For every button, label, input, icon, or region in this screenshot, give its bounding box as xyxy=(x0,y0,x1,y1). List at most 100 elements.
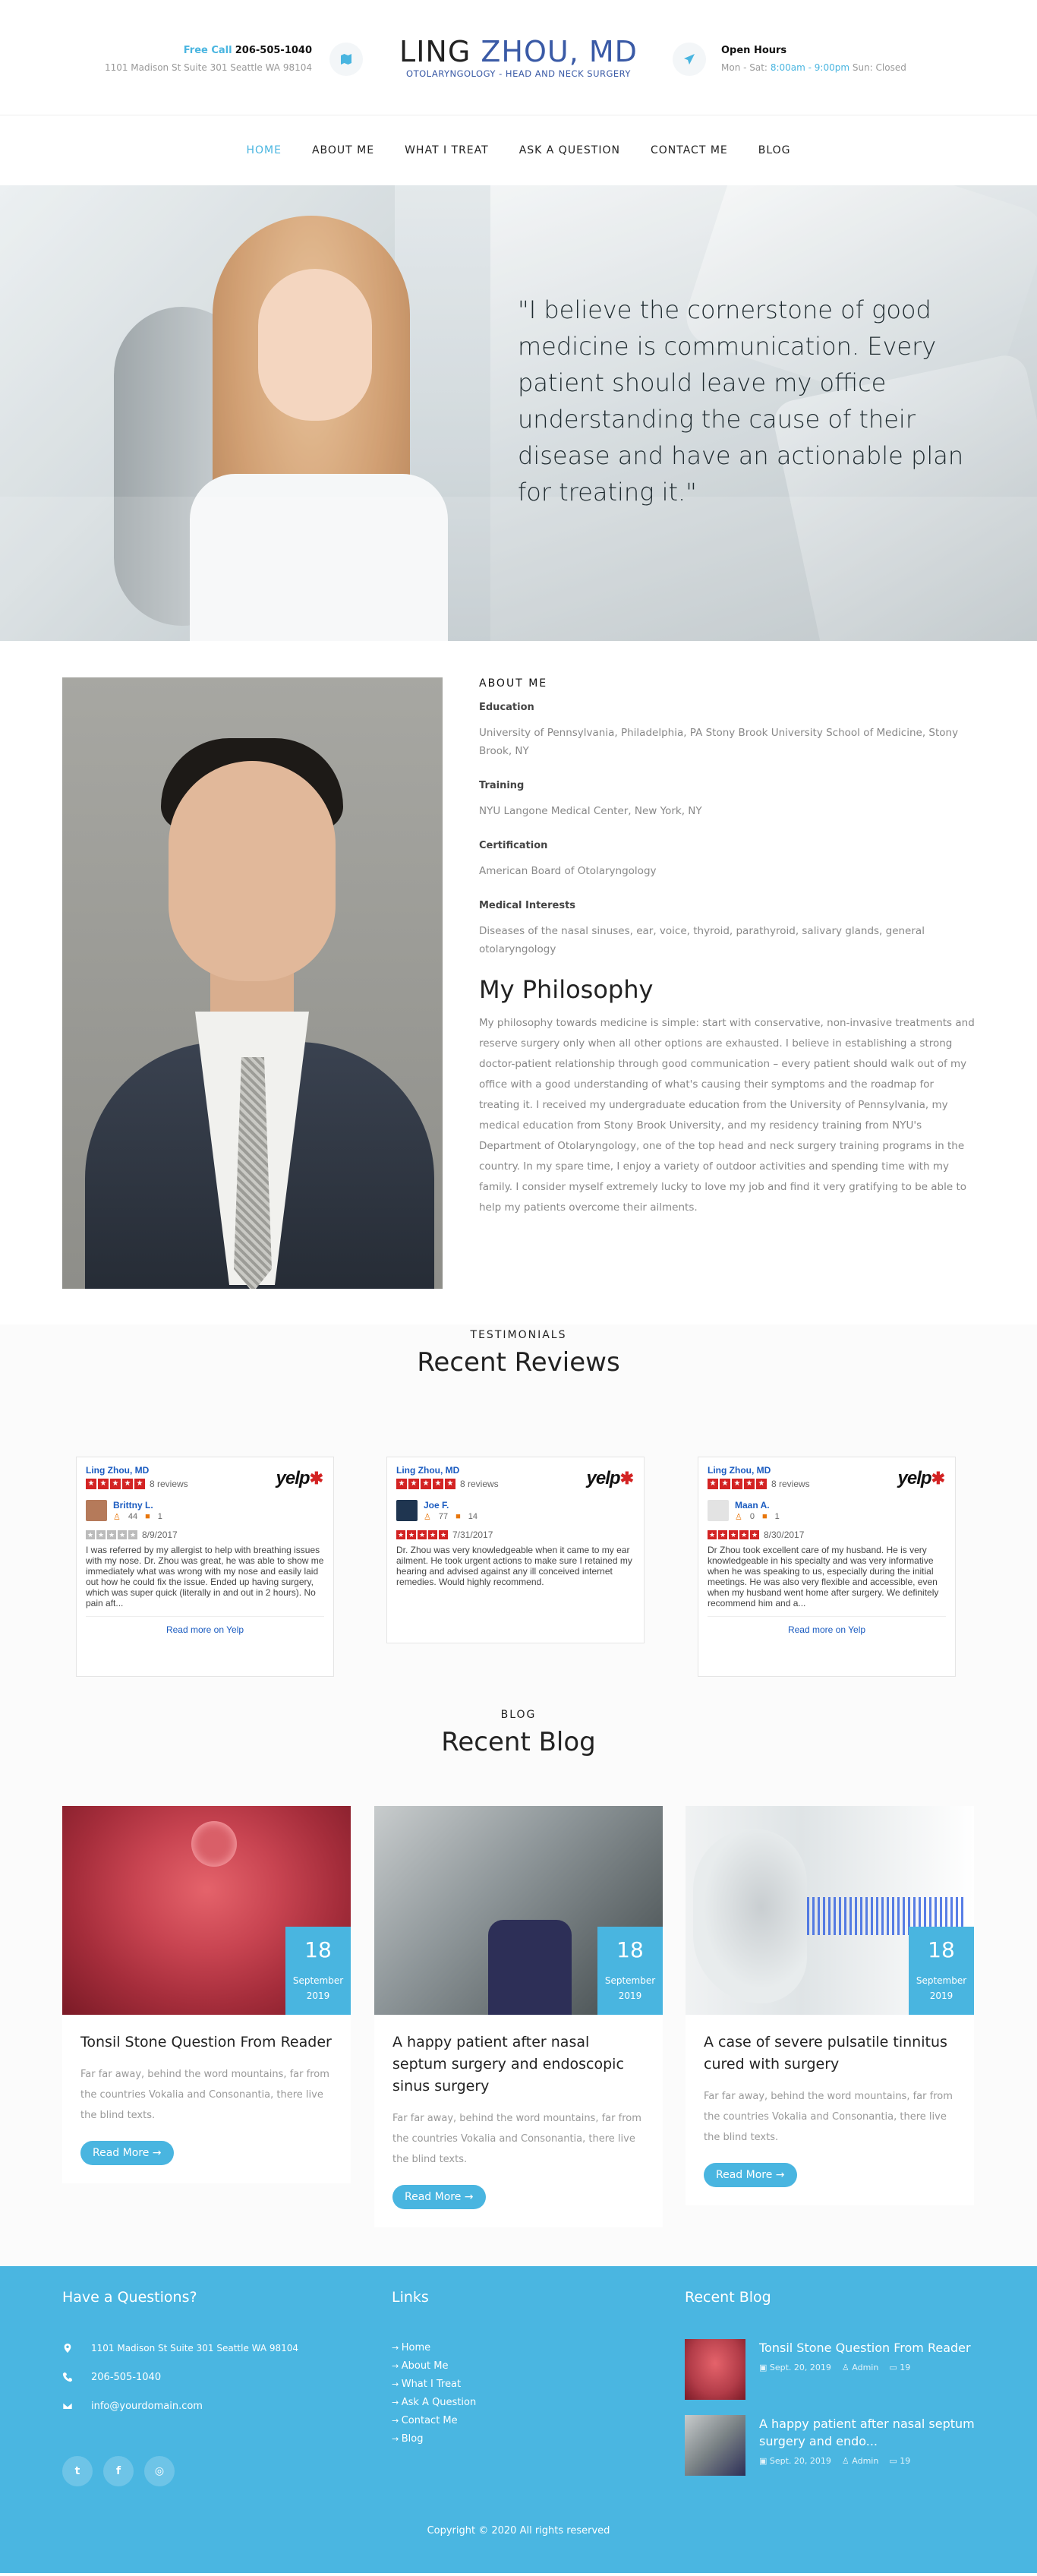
review-rating-stars: ★ ★ ★ ★ ★ xyxy=(396,1530,448,1539)
footer-link-what-i-treat[interactable]: What I Treat xyxy=(392,2376,476,2394)
footer-link-blog[interactable]: Blog xyxy=(392,2430,476,2448)
footer-contact: 1101 Madison St Suite 301 Seattle WA 981… xyxy=(62,2342,298,2429)
date-day: 18 xyxy=(928,1937,955,1962)
read-more-button[interactable]: Read More → xyxy=(80,2141,174,2165)
recent-post-title[interactable]: Tonsil Stone Question From Reader xyxy=(759,2339,971,2357)
footer-questions-title: Have a Questions? xyxy=(62,2289,197,2306)
review-date: 8/9/2017 xyxy=(142,1530,178,1540)
footer-email[interactable]: info@yourdomain.com xyxy=(91,2401,203,2412)
reviewer-name[interactable]: Maan A. xyxy=(735,1500,780,1511)
footer-link-about-me[interactable]: About Me xyxy=(392,2357,476,2376)
review-date: 8/30/2017 xyxy=(764,1530,805,1540)
recent-post-thumbnail[interactable] xyxy=(685,2415,745,2476)
nav-about-me[interactable]: ABOUT ME xyxy=(312,140,374,161)
blog-image[interactable]: 18 September 2019 xyxy=(686,1806,974,2015)
reviewer-name[interactable]: Joe F. xyxy=(424,1500,478,1511)
footer-recent-title: Recent Blog xyxy=(685,2289,771,2306)
read-more-button[interactable]: Read More → xyxy=(392,2185,486,2209)
about-kicker: ABOUT ME xyxy=(479,677,548,690)
friends-count: 44 xyxy=(128,1512,138,1521)
recent-post-comments: 19 xyxy=(900,2363,911,2372)
nav-home[interactable]: HOME xyxy=(246,140,281,161)
recent-post-author: Admin xyxy=(852,2363,879,2372)
footer-address: 1101 Madison St Suite 301 Seattle WA 981… xyxy=(91,2343,299,2353)
read-more-yelp-link[interactable]: Read more on Yelp xyxy=(708,1616,946,1635)
user-review-count: 1 xyxy=(774,1512,780,1521)
footer-recent-post[interactable]: Tonsil Stone Question From Reader ▣ Sept… xyxy=(685,2339,988,2400)
date-badge: 18 September 2019 xyxy=(597,1927,663,2015)
hero-quote: "I believe the cornerstone of good medic… xyxy=(518,295,964,507)
date-month: September xyxy=(916,1975,967,1986)
review-rating-stars: ★ ★ ★ ★ ★ xyxy=(708,1530,759,1539)
date-year: 2019 xyxy=(929,1990,953,2001)
review-text: Dr. Zhou was very knowledgeable when it … xyxy=(396,1545,632,1587)
date-year: 2019 xyxy=(306,1990,330,2001)
date-badge: 18 September 2019 xyxy=(285,1927,351,2015)
reviews-icon: ■ xyxy=(762,1512,768,1521)
blog-card: 18 September 2019 A happy patient after n… xyxy=(374,1806,663,2227)
yelp-wordmark: yelp xyxy=(897,1468,932,1488)
yelp-logo[interactable]: yelp✱ xyxy=(587,1468,634,1489)
footer-link-ask-a-question[interactable]: Ask A Question xyxy=(392,2394,477,2412)
blog-title: Recent Blog xyxy=(441,1727,596,1757)
reviewer-name[interactable]: Brittny L. xyxy=(113,1500,162,1511)
blog-post-title[interactable]: Tonsil Stone Question From Reader xyxy=(80,2031,333,2054)
doctor-portrait xyxy=(62,677,443,1289)
blog-post-excerpt: Far far away, behind the word mountains,… xyxy=(80,2069,329,2121)
recent-post-author: Admin xyxy=(852,2456,879,2466)
facebook-icon[interactable]: f xyxy=(103,2456,134,2486)
recent-post-thumbnail[interactable] xyxy=(685,2339,745,2400)
logo-last-name: ZHOU, MD xyxy=(481,35,638,68)
yelp-burst-icon: ✱ xyxy=(619,1469,634,1488)
instagram-icon[interactable]: ◎ xyxy=(144,2456,175,2486)
blog-image[interactable]: 18 September 2019 xyxy=(62,1806,351,2015)
read-more-yelp-link[interactable]: Read more on Yelp xyxy=(86,1616,324,1635)
twitter-icon[interactable]: t xyxy=(62,2456,93,2486)
avatar[interactable] xyxy=(86,1500,107,1521)
footer-links: Home About Me What I Treat Ask A Questio… xyxy=(392,2339,477,2448)
footer-link-contact-me[interactable]: Contact Me xyxy=(392,2412,476,2430)
blog-card: 18 September 2019 A case of severe pulsat… xyxy=(686,1806,974,2205)
site-footer: Have a Questions? 1101 Madison St Suite … xyxy=(0,2266,1037,2573)
friends-icon: ♙ xyxy=(113,1513,121,1522)
yelp-logo[interactable]: yelp✱ xyxy=(897,1468,945,1489)
philosophy-text: My philosophy towards medicine is simple… xyxy=(479,1017,975,1214)
read-more-button[interactable]: Read More → xyxy=(704,2163,797,2187)
training-text: NYU Langone Medical Center, New York, NY xyxy=(479,805,702,817)
main-nav: HOME ABOUT ME WHAT I TREAT ASK A QUESTIO… xyxy=(0,115,1037,185)
copyright: Copyright © 2020 All rights reserved xyxy=(427,2525,610,2537)
blog-post-title[interactable]: A case of severe pulsatile tinnitus cure… xyxy=(704,2031,956,2076)
business-rating-stars: ★ ★ ★ ★ ★ xyxy=(396,1479,455,1489)
nav-ask-a-question[interactable]: ASK A QUESTION xyxy=(519,140,620,161)
certification-text: American Board of Otolaryngology xyxy=(479,865,657,877)
review-text: I was referred by my allergist to help w… xyxy=(86,1545,324,1608)
avatar[interactable] xyxy=(396,1500,418,1521)
user-icon: ♙ xyxy=(841,2363,853,2372)
location-icon xyxy=(64,2343,71,2353)
calendar-icon: ▣ xyxy=(759,2363,770,2372)
review-count: 8 reviews xyxy=(771,1479,810,1489)
footer-phone[interactable]: 206-505-1040 xyxy=(91,2372,161,2383)
education-label: Education xyxy=(479,702,534,713)
footer-link-home[interactable]: Home xyxy=(392,2339,476,2357)
phone-icon xyxy=(62,2372,73,2382)
about-text: ABOUT ME Education University of Pennsyl… xyxy=(479,677,976,1218)
blog-image[interactable]: 18 September 2019 xyxy=(374,1806,663,2015)
footer-links-title: Links xyxy=(392,2289,429,2306)
logo-first-name: LING xyxy=(399,35,471,68)
avatar[interactable] xyxy=(708,1500,729,1521)
nav-what-i-treat[interactable]: WHAT I TREAT xyxy=(405,140,489,161)
user-review-count: 1 xyxy=(157,1512,162,1521)
blog-post-title[interactable]: A happy patient after nasal septum surge… xyxy=(392,2031,645,2098)
hours-closed: Sun: Closed xyxy=(852,62,906,73)
date-month: September xyxy=(292,1975,344,1986)
yelp-logo[interactable]: yelp✱ xyxy=(276,1468,323,1489)
about-section: ABOUT ME Education University of Pennsyl… xyxy=(0,641,1037,1324)
nav-blog[interactable]: BLOG xyxy=(758,140,791,161)
friends-icon: ♙ xyxy=(424,1513,431,1522)
review-card: Ling Zhou, MD ★ ★ ★ ★ ★ 8 reviews yelp✱ Maan… xyxy=(698,1457,956,1677)
nav-contact-me[interactable]: CONTACT ME xyxy=(651,140,728,161)
hours-days: Mon - Sat: xyxy=(721,62,768,73)
recent-post-title[interactable]: A happy patient after nasal septum surge… xyxy=(759,2415,988,2450)
footer-recent-post[interactable]: A happy patient after nasal septum surge… xyxy=(685,2415,988,2476)
